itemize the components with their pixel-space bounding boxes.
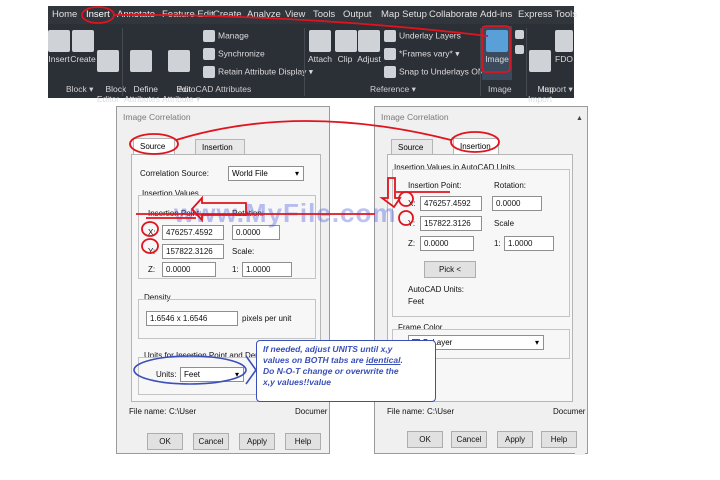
right-y-highlight bbox=[398, 210, 414, 226]
note-pointer bbox=[245, 355, 257, 385]
source-tab-highlight bbox=[129, 133, 179, 155]
right-x-highlight bbox=[398, 191, 414, 207]
arrow-insert-to-image bbox=[113, 14, 489, 37]
left-arrow-shape bbox=[190, 195, 247, 223]
left-y-highlight bbox=[141, 238, 159, 254]
image-button-highlight bbox=[481, 25, 511, 73]
arrow-source-to-insertion bbox=[175, 120, 452, 141]
annotation-overlay bbox=[81, 6, 511, 385]
insert-tab-highlight bbox=[81, 6, 115, 24]
left-x-highlight bbox=[141, 221, 159, 237]
units-highlight bbox=[133, 355, 247, 385]
insertion-tab-highlight bbox=[450, 131, 500, 153]
